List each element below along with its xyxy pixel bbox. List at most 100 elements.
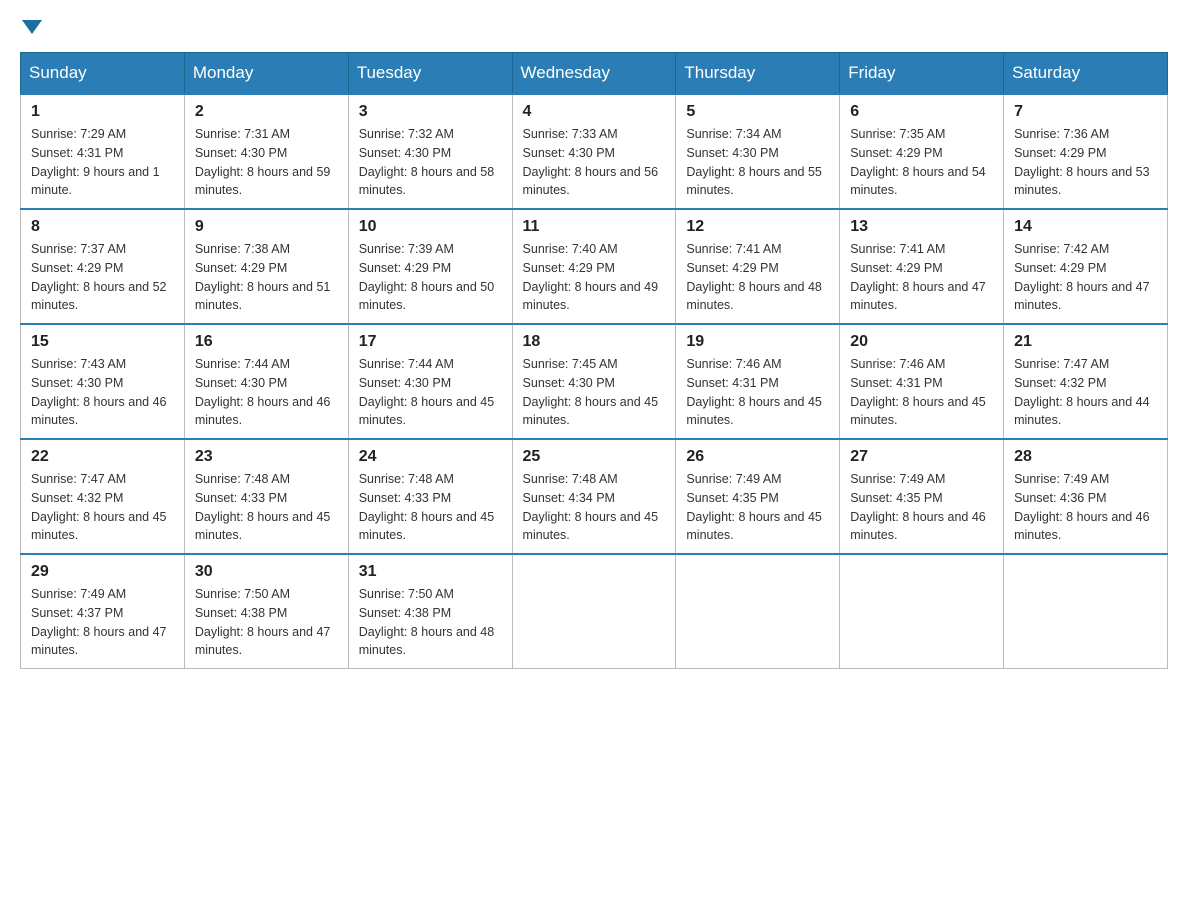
calendar-cell xyxy=(512,554,676,669)
daylight-label: Daylight: 8 hours and 47 minutes. xyxy=(850,280,986,313)
day-number: 23 xyxy=(195,448,338,466)
day-info: Sunrise: 7:38 AM Sunset: 4:29 PM Dayligh… xyxy=(195,240,338,315)
sunset-label: Sunset: 4:30 PM xyxy=(195,146,287,160)
calendar-table: SundayMondayTuesdayWednesdayThursdayFrid… xyxy=(20,52,1168,669)
day-info: Sunrise: 7:29 AM Sunset: 4:31 PM Dayligh… xyxy=(31,125,174,200)
day-number: 8 xyxy=(31,218,174,236)
day-info: Sunrise: 7:40 AM Sunset: 4:29 PM Dayligh… xyxy=(523,240,666,315)
week-row-1: 1 Sunrise: 7:29 AM Sunset: 4:31 PM Dayli… xyxy=(21,94,1168,209)
daylight-label: Daylight: 8 hours and 44 minutes. xyxy=(1014,395,1150,428)
day-info: Sunrise: 7:41 AM Sunset: 4:29 PM Dayligh… xyxy=(686,240,829,315)
day-info: Sunrise: 7:49 AM Sunset: 4:37 PM Dayligh… xyxy=(31,585,174,660)
calendar-cell: 16 Sunrise: 7:44 AM Sunset: 4:30 PM Dayl… xyxy=(184,324,348,439)
daylight-label: Daylight: 8 hours and 45 minutes. xyxy=(31,510,167,543)
sunset-label: Sunset: 4:30 PM xyxy=(359,146,451,160)
calendar-cell: 15 Sunrise: 7:43 AM Sunset: 4:30 PM Dayl… xyxy=(21,324,185,439)
sunset-label: Sunset: 4:29 PM xyxy=(1014,146,1106,160)
daylight-label: Daylight: 8 hours and 51 minutes. xyxy=(195,280,331,313)
day-number: 15 xyxy=(31,333,174,351)
day-number: 7 xyxy=(1014,103,1157,121)
week-row-4: 22 Sunrise: 7:47 AM Sunset: 4:32 PM Dayl… xyxy=(21,439,1168,554)
calendar-cell: 19 Sunrise: 7:46 AM Sunset: 4:31 PM Dayl… xyxy=(676,324,840,439)
calendar-cell: 23 Sunrise: 7:48 AM Sunset: 4:33 PM Dayl… xyxy=(184,439,348,554)
sunrise-label: Sunrise: 7:47 AM xyxy=(1014,357,1109,371)
sunrise-label: Sunrise: 7:48 AM xyxy=(195,472,290,486)
sunrise-label: Sunrise: 7:49 AM xyxy=(850,472,945,486)
sunset-label: Sunset: 4:38 PM xyxy=(359,606,451,620)
calendar-cell xyxy=(676,554,840,669)
day-info: Sunrise: 7:48 AM Sunset: 4:33 PM Dayligh… xyxy=(195,470,338,545)
calendar-cell xyxy=(1004,554,1168,669)
sunrise-label: Sunrise: 7:34 AM xyxy=(686,127,781,141)
column-header-monday: Monday xyxy=(184,53,348,95)
day-number: 25 xyxy=(523,448,666,466)
page-header xyxy=(20,20,1168,32)
day-info: Sunrise: 7:44 AM Sunset: 4:30 PM Dayligh… xyxy=(359,355,502,430)
calendar-cell: 9 Sunrise: 7:38 AM Sunset: 4:29 PM Dayli… xyxy=(184,209,348,324)
calendar-cell: 17 Sunrise: 7:44 AM Sunset: 4:30 PM Dayl… xyxy=(348,324,512,439)
column-header-saturday: Saturday xyxy=(1004,53,1168,95)
day-number: 14 xyxy=(1014,218,1157,236)
day-info: Sunrise: 7:34 AM Sunset: 4:30 PM Dayligh… xyxy=(686,125,829,200)
calendar-cell: 24 Sunrise: 7:48 AM Sunset: 4:33 PM Dayl… xyxy=(348,439,512,554)
day-number: 13 xyxy=(850,218,993,236)
calendar-cell xyxy=(840,554,1004,669)
calendar-cell: 7 Sunrise: 7:36 AM Sunset: 4:29 PM Dayli… xyxy=(1004,94,1168,209)
day-number: 12 xyxy=(686,218,829,236)
sunset-label: Sunset: 4:32 PM xyxy=(1014,376,1106,390)
daylight-label: Daylight: 8 hours and 46 minutes. xyxy=(850,510,986,543)
sunrise-label: Sunrise: 7:43 AM xyxy=(31,357,126,371)
sunrise-label: Sunrise: 7:48 AM xyxy=(359,472,454,486)
day-info: Sunrise: 7:31 AM Sunset: 4:30 PM Dayligh… xyxy=(195,125,338,200)
sunset-label: Sunset: 4:29 PM xyxy=(1014,261,1106,275)
sunset-label: Sunset: 4:32 PM xyxy=(31,491,123,505)
calendar-cell: 21 Sunrise: 7:47 AM Sunset: 4:32 PM Dayl… xyxy=(1004,324,1168,439)
day-info: Sunrise: 7:41 AM Sunset: 4:29 PM Dayligh… xyxy=(850,240,993,315)
calendar-cell: 8 Sunrise: 7:37 AM Sunset: 4:29 PM Dayli… xyxy=(21,209,185,324)
day-info: Sunrise: 7:48 AM Sunset: 4:33 PM Dayligh… xyxy=(359,470,502,545)
daylight-label: Daylight: 8 hours and 48 minutes. xyxy=(359,625,495,658)
sunset-label: Sunset: 4:30 PM xyxy=(523,146,615,160)
sunset-label: Sunset: 4:29 PM xyxy=(523,261,615,275)
daylight-label: Daylight: 8 hours and 55 minutes. xyxy=(686,165,822,198)
sunrise-label: Sunrise: 7:50 AM xyxy=(195,587,290,601)
daylight-label: Daylight: 8 hours and 45 minutes. xyxy=(850,395,986,428)
column-header-wednesday: Wednesday xyxy=(512,53,676,95)
calendar-cell: 2 Sunrise: 7:31 AM Sunset: 4:30 PM Dayli… xyxy=(184,94,348,209)
daylight-label: Daylight: 8 hours and 45 minutes. xyxy=(523,395,659,428)
sunrise-label: Sunrise: 7:42 AM xyxy=(1014,242,1109,256)
calendar-cell: 12 Sunrise: 7:41 AM Sunset: 4:29 PM Dayl… xyxy=(676,209,840,324)
day-number: 19 xyxy=(686,333,829,351)
daylight-label: Daylight: 8 hours and 54 minutes. xyxy=(850,165,986,198)
day-number: 28 xyxy=(1014,448,1157,466)
sunset-label: Sunset: 4:35 PM xyxy=(686,491,778,505)
calendar-cell: 5 Sunrise: 7:34 AM Sunset: 4:30 PM Dayli… xyxy=(676,94,840,209)
calendar-cell: 13 Sunrise: 7:41 AM Sunset: 4:29 PM Dayl… xyxy=(840,209,1004,324)
daylight-label: Daylight: 8 hours and 52 minutes. xyxy=(31,280,167,313)
day-info: Sunrise: 7:49 AM Sunset: 4:35 PM Dayligh… xyxy=(850,470,993,545)
day-number: 22 xyxy=(31,448,174,466)
sunset-label: Sunset: 4:31 PM xyxy=(850,376,942,390)
sunrise-label: Sunrise: 7:29 AM xyxy=(31,127,126,141)
sunrise-label: Sunrise: 7:49 AM xyxy=(1014,472,1109,486)
sunset-label: Sunset: 4:30 PM xyxy=(195,376,287,390)
day-info: Sunrise: 7:50 AM Sunset: 4:38 PM Dayligh… xyxy=(195,585,338,660)
sunrise-label: Sunrise: 7:41 AM xyxy=(850,242,945,256)
sunset-label: Sunset: 4:30 PM xyxy=(686,146,778,160)
sunset-label: Sunset: 4:33 PM xyxy=(195,491,287,505)
day-info: Sunrise: 7:39 AM Sunset: 4:29 PM Dayligh… xyxy=(359,240,502,315)
sunrise-label: Sunrise: 7:46 AM xyxy=(686,357,781,371)
sunset-label: Sunset: 4:29 PM xyxy=(850,146,942,160)
day-number: 2 xyxy=(195,103,338,121)
sunset-label: Sunset: 4:36 PM xyxy=(1014,491,1106,505)
calendar-cell: 14 Sunrise: 7:42 AM Sunset: 4:29 PM Dayl… xyxy=(1004,209,1168,324)
calendar-cell: 3 Sunrise: 7:32 AM Sunset: 4:30 PM Dayli… xyxy=(348,94,512,209)
column-header-sunday: Sunday xyxy=(21,53,185,95)
daylight-label: Daylight: 8 hours and 45 minutes. xyxy=(359,510,495,543)
day-number: 3 xyxy=(359,103,502,121)
sunset-label: Sunset: 4:31 PM xyxy=(31,146,123,160)
week-row-3: 15 Sunrise: 7:43 AM Sunset: 4:30 PM Dayl… xyxy=(21,324,1168,439)
day-number: 17 xyxy=(359,333,502,351)
sunset-label: Sunset: 4:31 PM xyxy=(686,376,778,390)
day-info: Sunrise: 7:46 AM Sunset: 4:31 PM Dayligh… xyxy=(850,355,993,430)
